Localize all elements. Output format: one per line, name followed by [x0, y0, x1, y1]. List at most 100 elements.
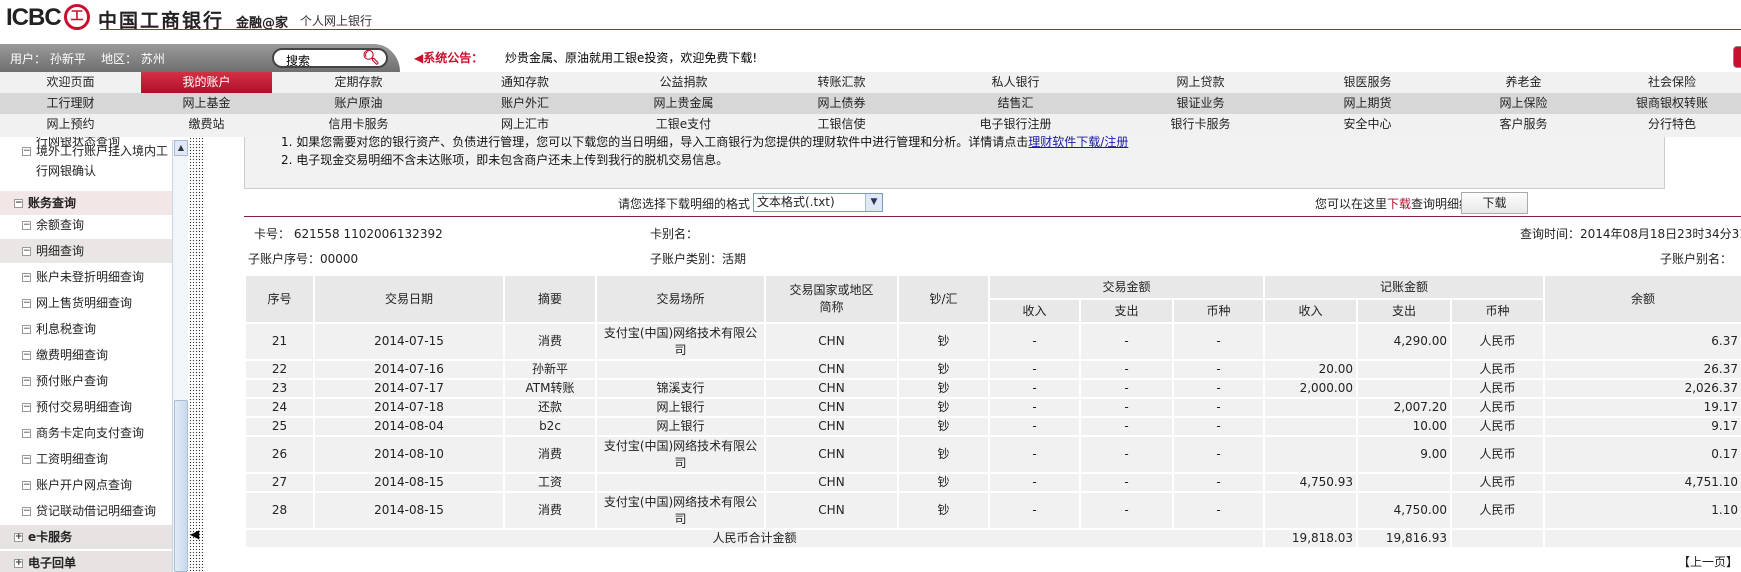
chevron-down-icon[interactable]: ▼	[865, 194, 882, 211]
menu-item[interactable]: 网上基金	[141, 93, 272, 114]
cell-balance: 0.17	[1543, 435, 1741, 474]
menu-item[interactable]: 安全中心	[1291, 114, 1444, 137]
expand-icon[interactable]: +	[14, 533, 23, 542]
menu-item[interactable]: 网上贷款	[1110, 72, 1291, 93]
menu-item[interactable]: 分行特色	[1603, 114, 1741, 137]
cell-country: CHN	[764, 472, 899, 493]
menu-item[interactable]: 网上预约	[0, 114, 141, 137]
collapse-icon[interactable]: −	[22, 147, 31, 156]
collapse-icon[interactable]: −	[22, 403, 31, 412]
collapse-icon[interactable]: −	[22, 507, 31, 516]
menu-item[interactable]: 缴费站	[141, 114, 272, 137]
sidebar-item[interactable]: − 工资明细查询	[0, 447, 172, 471]
sidebar-item[interactable]: − 预付交易明细查询	[0, 395, 172, 419]
menu-item[interactable]: 网上贵金属	[605, 93, 762, 114]
scroll-thumb[interactable]	[174, 400, 188, 572]
menu-item[interactable]: 欢迎页面	[0, 72, 141, 93]
menu-item[interactable]: 银商银权转账	[1603, 93, 1741, 114]
prev-page-link[interactable]: 【上一页】	[1678, 553, 1738, 570]
cell-place: 网上银行	[595, 397, 766, 418]
header-balance: 余额	[1543, 274, 1741, 324]
menu-item[interactable]: 结售汇	[921, 93, 1110, 114]
menu-item[interactable]: 客户服务	[1444, 114, 1603, 137]
sub-account-no-value: 00000	[320, 252, 359, 266]
collapse-sidebar-icon[interactable]: ◀	[190, 527, 199, 541]
collapse-icon[interactable]: −	[22, 221, 31, 230]
header-book-income: 收入	[1263, 298, 1358, 324]
download-button[interactable]: 下载	[1461, 192, 1528, 214]
menu-item[interactable]: 社会保险	[1603, 72, 1741, 93]
collapse-icon[interactable]: −	[22, 299, 31, 308]
sidebar-item[interactable]: − 缴费明细查询	[0, 343, 172, 367]
sub-account-no-label: 子账户序号：	[248, 252, 321, 266]
menu-item[interactable]: 银行卡服务	[1110, 114, 1291, 137]
home-icon[interactable]	[1733, 46, 1741, 68]
menu-item[interactable]: 网上期货	[1291, 93, 1444, 114]
collapse-icon[interactable]: −	[22, 247, 31, 256]
cell-seq: 27	[244, 472, 315, 493]
sidebar-item[interactable]: − 商务卡定向支付查询	[0, 421, 172, 445]
sidebar-item-label: 账务查询	[28, 196, 77, 210]
menu-item[interactable]: 养老金	[1444, 72, 1603, 93]
menu-item[interactable]: 网上债券	[762, 93, 921, 114]
system-notice-text[interactable]: 炒贵金属、原油就用工银e投资，欢迎免费下载!	[505, 49, 757, 66]
cell-balance: 4,751.10	[1543, 472, 1741, 493]
collapse-icon[interactable]: −	[14, 199, 23, 208]
cell-b-cur: 人民币	[1450, 491, 1545, 530]
format-select[interactable]: 文本格式(.txt) ▼	[753, 193, 883, 212]
menu-item[interactable]: 我的账户	[141, 72, 272, 93]
sidebar-item[interactable]: − 账户开户网点查询	[0, 473, 172, 497]
sidebar-item[interactable]: − 预付账户查询	[0, 369, 172, 393]
menu-item[interactable]: 账户外汇	[445, 93, 605, 114]
total-expense: 19,816.93	[1356, 528, 1452, 549]
sidebar-item[interactable]: + 电子回单	[0, 551, 172, 572]
cell-country: CHN	[764, 359, 899, 380]
cell-b-out	[1356, 359, 1452, 380]
sidebar-scrollbar[interactable]: ▲	[172, 140, 188, 572]
sidebar-item[interactable]: − 账户未登折明细查询	[0, 265, 172, 289]
menu-item[interactable]: 公益捐款	[605, 72, 762, 93]
collapse-icon[interactable]: −	[22, 377, 31, 386]
cell-balance: 2,026.37	[1543, 378, 1741, 399]
collapse-icon[interactable]: −	[22, 273, 31, 282]
search-input[interactable]: 搜索 🔍︎	[272, 48, 388, 68]
cell-t-in: -	[988, 359, 1081, 380]
menu-item[interactable]: 转账汇款	[762, 72, 921, 93]
scroll-up-icon[interactable]: ▲	[174, 140, 188, 156]
cell-b-in: 2,000.00	[1263, 378, 1358, 399]
collapse-icon[interactable]: −	[22, 481, 31, 490]
menu-item[interactable]: 工行理财	[0, 93, 141, 114]
collapse-icon[interactable]: −	[22, 429, 31, 438]
finance-software-link[interactable]: 理财软件下载/注册	[1028, 135, 1128, 149]
cell-date: 2014-07-16	[313, 359, 505, 380]
sidebar-item-label: 余额查询	[36, 218, 85, 232]
collapse-icon[interactable]: −	[22, 455, 31, 464]
cell-cash: 钞	[897, 416, 990, 437]
menu-item[interactable]: 网上保险	[1444, 93, 1603, 114]
cell-b-out: 4,750.00	[1356, 491, 1452, 530]
sidebar-item[interactable]: − 境外工行账户挂入境内工 行网银确认	[0, 141, 172, 185]
expand-icon[interactable]: +	[14, 559, 23, 568]
format-select-value: 文本格式(.txt)	[757, 195, 835, 209]
sidebar-item[interactable]: + e卡服务	[0, 525, 172, 549]
collapse-icon[interactable]: −	[22, 351, 31, 360]
search-icon[interactable]: 🔍︎	[362, 50, 380, 66]
sidebar-item-label: 明细查询	[36, 244, 85, 258]
cell-t-in: -	[988, 397, 1081, 418]
sidebar-item[interactable]: − 利息税查询	[0, 317, 172, 341]
cell-cash: 钞	[897, 472, 990, 493]
sidebar-item[interactable]: − 余额查询	[0, 213, 172, 237]
menu-item[interactable]: 银医服务	[1291, 72, 1444, 93]
sidebar-item[interactable]: − 明细查询	[0, 239, 172, 263]
menu-item[interactable]: 定期存款	[272, 72, 445, 93]
sidebar-item[interactable]: − 账务查询	[0, 191, 172, 215]
sidebar-item[interactable]: − 贷记联动借记明细查询	[0, 499, 172, 523]
menu-item[interactable]: 私人银行	[921, 72, 1110, 93]
sidebar-splitter[interactable]	[189, 137, 205, 572]
menu-item[interactable]: 通知存款	[445, 72, 605, 93]
notice-line-1: 1. 如果您需要对您的银行资产、负债进行管理，您可以下载您的当日明细，导入工商银…	[281, 133, 1128, 150]
collapse-icon[interactable]: −	[22, 325, 31, 334]
menu-item[interactable]: 银证业务	[1110, 93, 1291, 114]
menu-item[interactable]: 账户原油	[272, 93, 445, 114]
sidebar-item[interactable]: − 网上售货明细查询	[0, 291, 172, 315]
